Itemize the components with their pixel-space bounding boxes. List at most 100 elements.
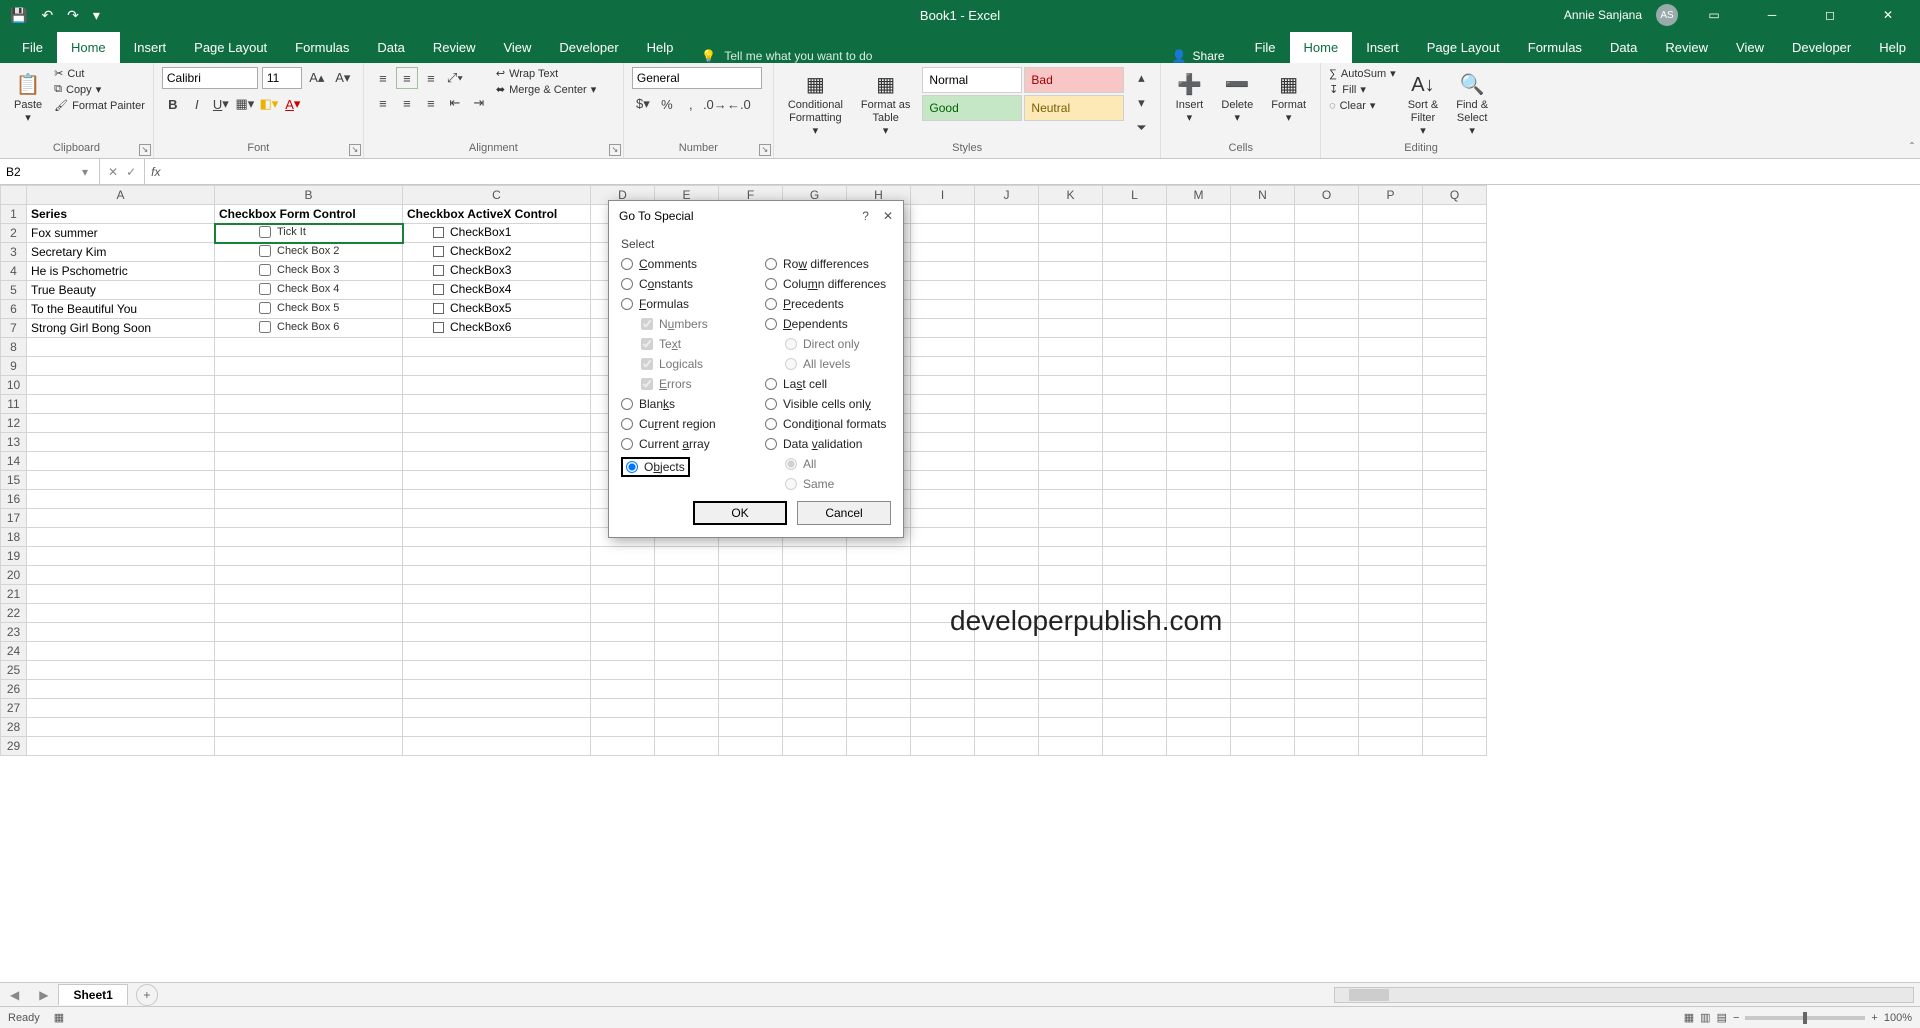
cell[interactable] [1167, 490, 1231, 509]
cell[interactable] [719, 661, 783, 680]
option-conditional-formats[interactable]: Conditional formats [765, 417, 891, 431]
cell[interactable] [975, 205, 1039, 224]
cell[interactable] [215, 509, 403, 528]
cell[interactable] [27, 357, 215, 376]
increase-indent-icon[interactable]: ⇥ [468, 92, 490, 114]
cell[interactable] [975, 566, 1039, 585]
option-objects[interactable]: Objects [621, 457, 690, 477]
cell[interactable] [1039, 224, 1103, 243]
cell[interactable] [655, 585, 719, 604]
cell[interactable] [215, 623, 403, 642]
cell[interactable] [591, 623, 655, 642]
cell[interactable] [1359, 205, 1423, 224]
tab-view[interactable]: View [1722, 32, 1778, 63]
cell[interactable] [27, 509, 215, 528]
cell[interactable] [1103, 205, 1167, 224]
cell[interactable] [1295, 205, 1359, 224]
row-header[interactable]: 17 [1, 509, 27, 528]
select-all-cell[interactable] [1, 186, 27, 205]
column-header[interactable]: L [1103, 186, 1167, 205]
row-header[interactable]: 14 [1, 452, 27, 471]
cell[interactable] [1231, 300, 1295, 319]
format-painter-button[interactable]: 🖌Format Painter [54, 99, 145, 112]
cell[interactable] [1423, 585, 1487, 604]
cell[interactable] [1231, 224, 1295, 243]
cell[interactable] [1359, 547, 1423, 566]
cell[interactable] [1359, 737, 1423, 756]
row-header[interactable]: 10 [1, 376, 27, 395]
cell[interactable] [1039, 566, 1103, 585]
cell[interactable] [975, 262, 1039, 281]
cell[interactable] [1039, 243, 1103, 262]
styles-more-icon[interactable]: ⏷ [1130, 117, 1152, 139]
cell[interactable] [911, 566, 975, 585]
cell[interactable] [1231, 604, 1295, 623]
cell[interactable] [1359, 718, 1423, 737]
cell[interactable] [591, 718, 655, 737]
cell[interactable] [1295, 604, 1359, 623]
cell[interactable] [655, 566, 719, 585]
option-current-array[interactable]: Current array [621, 437, 747, 451]
cell[interactable] [215, 642, 403, 661]
cell[interactable] [1359, 243, 1423, 262]
cell[interactable] [1359, 680, 1423, 699]
cell[interactable]: Strong Girl Bong Soon [27, 319, 215, 338]
row-header[interactable]: 16 [1, 490, 27, 509]
cell[interactable] [1167, 718, 1231, 737]
cell[interactable] [911, 509, 975, 528]
cell[interactable] [1039, 528, 1103, 547]
cell[interactable] [1103, 699, 1167, 718]
cell[interactable] [215, 471, 403, 490]
cell[interactable] [975, 300, 1039, 319]
help-icon[interactable]: ? [862, 209, 869, 223]
cell[interactable] [27, 490, 215, 509]
cell[interactable] [1423, 737, 1487, 756]
cell[interactable] [403, 452, 591, 471]
tab-home[interactable]: Home [1290, 32, 1353, 63]
cell[interactable] [911, 357, 975, 376]
option-blanks[interactable]: Blanks [621, 397, 747, 411]
cell[interactable] [1359, 357, 1423, 376]
cell[interactable] [783, 585, 847, 604]
cell[interactable] [975, 509, 1039, 528]
ok-button[interactable]: OK [693, 501, 787, 525]
style-normal[interactable]: Normal [922, 67, 1022, 93]
cell[interactable] [1231, 262, 1295, 281]
maximize-icon[interactable]: ◻ [1808, 0, 1852, 30]
cell[interactable] [1231, 357, 1295, 376]
cell[interactable] [1231, 642, 1295, 661]
align-middle-icon[interactable]: ≡ [396, 67, 418, 89]
option-last-cell[interactable]: Last cell [765, 377, 891, 391]
cell[interactable] [1167, 395, 1231, 414]
cell[interactable] [1167, 528, 1231, 547]
qat-dropdown-icon[interactable]: ▾ [93, 7, 100, 24]
cell[interactable] [1359, 566, 1423, 585]
row-header[interactable]: 29 [1, 737, 27, 756]
cell[interactable] [1103, 300, 1167, 319]
row-header[interactable]: 18 [1, 528, 27, 547]
form-checkbox[interactable]: Check Box 5 [259, 302, 339, 314]
share-button[interactable]: 👤 Share [1172, 49, 1225, 63]
cell[interactable] [975, 547, 1039, 566]
cell[interactable] [1423, 205, 1487, 224]
cell[interactable] [403, 509, 591, 528]
accounting-icon[interactable]: $▾ [632, 93, 654, 115]
cell[interactable] [1167, 205, 1231, 224]
cell[interactable] [719, 623, 783, 642]
cell[interactable] [975, 642, 1039, 661]
cell[interactable] [783, 642, 847, 661]
tab-help[interactable]: Help [1865, 32, 1920, 63]
cell[interactable] [27, 566, 215, 585]
cell[interactable] [1359, 604, 1423, 623]
cell[interactable] [911, 205, 975, 224]
cell[interactable] [1103, 718, 1167, 737]
cell[interactable] [215, 452, 403, 471]
row-header[interactable]: 26 [1, 680, 27, 699]
cell[interactable] [215, 718, 403, 737]
cell[interactable] [1039, 490, 1103, 509]
cell[interactable] [1359, 414, 1423, 433]
cell[interactable] [1423, 509, 1487, 528]
cell[interactable] [719, 566, 783, 585]
avatar[interactable]: AS [1656, 4, 1678, 26]
cell[interactable] [1423, 547, 1487, 566]
